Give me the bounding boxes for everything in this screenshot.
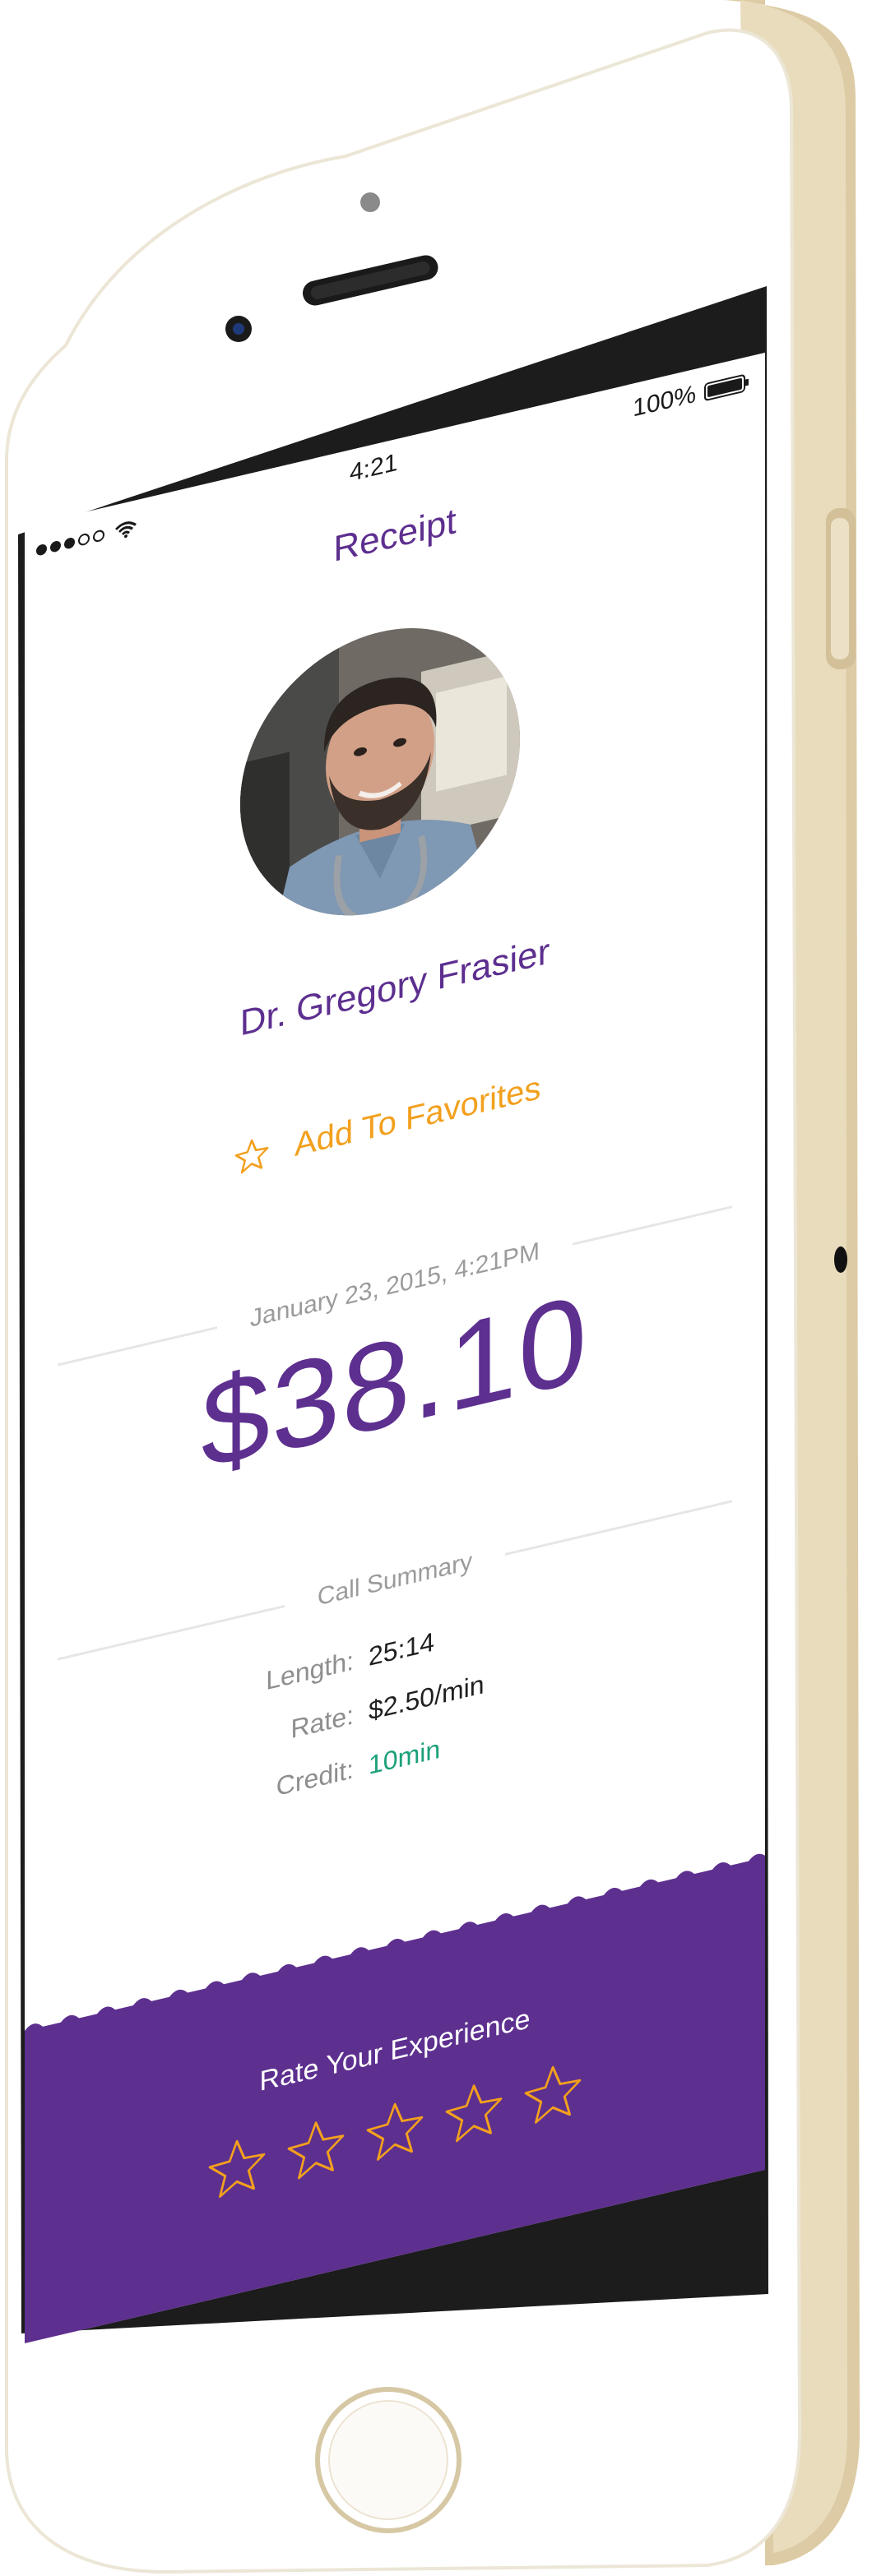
star-outline-icon (234, 1139, 269, 1173)
add-to-favorites-button[interactable]: Add To Favorites (234, 1070, 540, 1179)
summary-value: 25:14 (369, 1626, 435, 1672)
doctor-name: Dr. Gregory Frasier (239, 931, 550, 1044)
status-time: 4:21 (350, 448, 398, 488)
divider (58, 1604, 285, 1661)
mockup-stage: 4:21 100% Receipt Dr. Gregory Frasier Ad… (0, 0, 872, 2576)
divider (505, 1499, 732, 1556)
add-to-favorites-label: Add To Favorites (295, 1069, 541, 1164)
signal-dot-icon (36, 543, 47, 557)
signal-dot-empty-icon (78, 532, 90, 547)
app-screen: 4:21 100% Receipt Dr. Gregory Frasier Ad… (25, 352, 765, 2343)
wifi-icon (115, 521, 137, 539)
doctor-avatar (240, 599, 520, 945)
battery-icon (704, 374, 749, 401)
signal-dot-icon (64, 536, 75, 550)
call-summary-heading: Call Summary (317, 1547, 473, 1612)
signal-strength (36, 518, 137, 560)
battery-percent: 100% (633, 380, 696, 423)
summary-value: 10min (369, 1733, 441, 1780)
signal-dot-empty-icon (93, 529, 104, 543)
signal-dot-icon (50, 539, 61, 553)
